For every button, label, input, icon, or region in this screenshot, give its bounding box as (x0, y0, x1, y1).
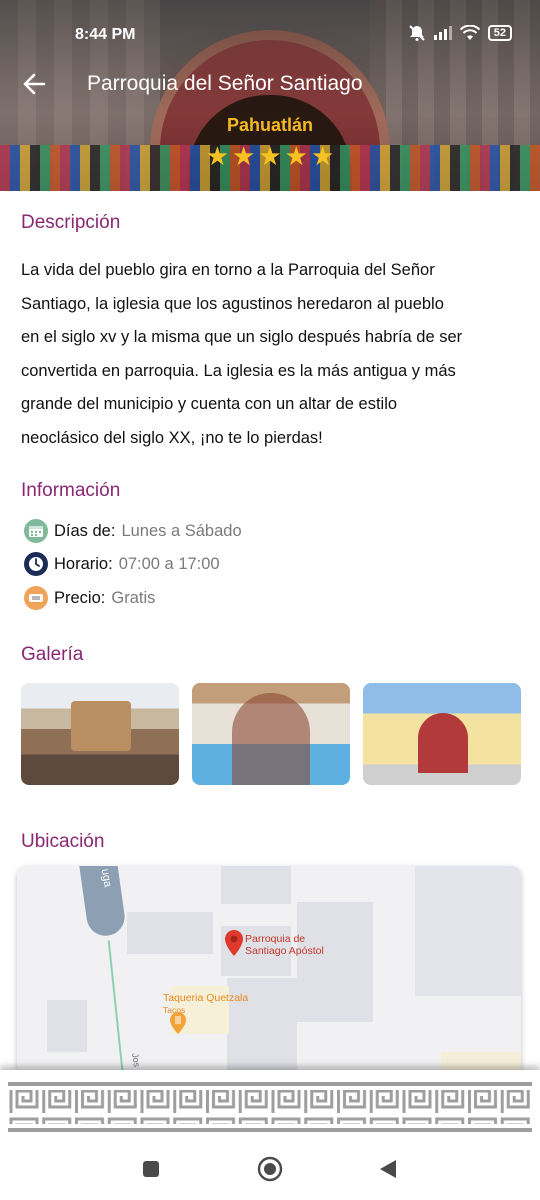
system-nav-bar (0, 1140, 540, 1200)
info-hours-row: Horario: 07:00 a 17:00 (24, 552, 220, 576)
description-line: Santiago, la iglesia que los agustinos h… (21, 294, 444, 313)
map-place-label: Parroquia de Santiago Apóstol (245, 933, 324, 957)
gallery-heading: Galería (21, 644, 84, 665)
description-line: en el siglo xv y la misma que un siglo d… (21, 328, 463, 346)
triangle-back-icon (379, 1159, 397, 1184)
restaurant-pin-icon[interactable] (170, 1012, 186, 1034)
gallery-carousel (21, 683, 521, 785)
star-icon: ★ (284, 141, 308, 171)
description-line: convertida en parroquia. La iglesia es l… (21, 361, 456, 380)
info-hours-label: Horario: (54, 554, 113, 573)
location-heading: Ubicación (21, 831, 105, 852)
info-days-value: Lunes a Sábado (121, 521, 242, 540)
circle-icon (257, 1156, 283, 1187)
location-map[interactable]: uga Jos Parroquia de Santiago Apóstol Ta… (17, 866, 521, 1080)
location-subtitle: Pahuatlán (226, 115, 314, 135)
rating-stars: ★ ★ ★ ★ ★ (0, 142, 540, 170)
info-price-value: Gratis (111, 588, 156, 607)
description-line: grande del municipio y cuenta con un alt… (21, 395, 398, 413)
ticket-icon (24, 586, 48, 610)
gallery-image-3[interactable] (363, 683, 521, 785)
app-screen: 8:44 PM 52 Parroquia del Señor Santiago … (0, 0, 540, 1200)
info-hours-value: 07:00 a 17:00 (118, 554, 220, 573)
information-heading: Información (21, 480, 121, 501)
description-text: La vida del pueblo gira en torno a la Pa… (21, 254, 523, 455)
mute-icon (408, 24, 426, 42)
map-pin-icon[interactable] (225, 930, 243, 956)
star-icon: ★ (205, 141, 230, 171)
gallery-image-2[interactable] (192, 683, 350, 785)
status-bar: 8:44 PM 52 (0, 22, 540, 48)
recents-button[interactable] (137, 1157, 165, 1185)
description-line: La vida del pueblo gira en torno a la Pa… (21, 261, 435, 279)
info-price-label: Precio: (54, 588, 106, 607)
greek-key-pattern (8, 1082, 532, 1132)
back-button[interactable] (20, 72, 48, 100)
page-title: Parroquia del Señor Santiago (87, 72, 363, 95)
arrow-left-icon (22, 73, 46, 100)
square-icon (142, 1160, 160, 1183)
description-line: neoclásico del siglo XX, ¡no te lo pierd… (21, 428, 323, 447)
star-icon: ★ (258, 141, 282, 171)
description-heading: Descripción (21, 212, 121, 233)
clock-icon (24, 552, 48, 576)
star-icon: ★ (310, 141, 335, 171)
wifi-icon (459, 25, 480, 41)
home-button[interactable] (256, 1156, 284, 1187)
calendar-icon (24, 519, 48, 543)
header-image: 8:44 PM 52 Parroquia del Señor Santiago … (0, 0, 540, 191)
map-path-label: Jos (130, 1052, 142, 1068)
info-days-label: Días de: (54, 521, 116, 540)
signal-icon (433, 26, 452, 40)
info-days-row: Días de: Lunes a Sábado (24, 519, 242, 543)
back-nav-button[interactable] (374, 1157, 402, 1185)
gallery-image-1[interactable] (21, 683, 179, 785)
info-price-row: Precio: Gratis (24, 586, 155, 610)
status-time: 8:44 PM (75, 26, 136, 43)
star-icon: ★ (232, 141, 256, 171)
battery-icon: 52 (487, 25, 512, 41)
